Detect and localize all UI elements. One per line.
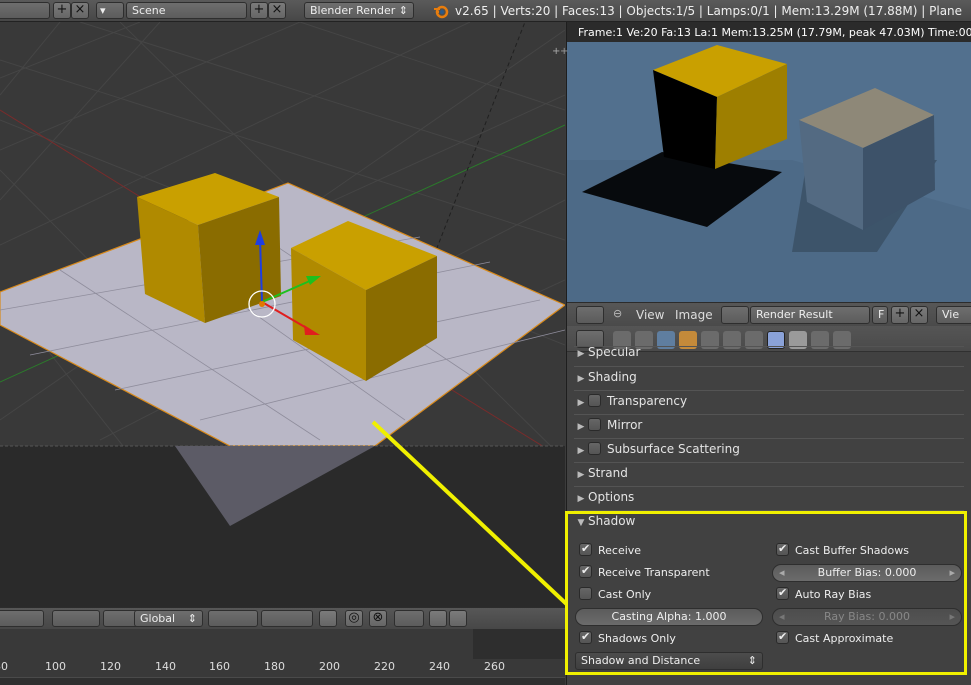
menu-view[interactable]: View: [636, 308, 664, 322]
shading-mode-select[interactable]: [0, 610, 44, 627]
panel-options[interactable]: ▶ Options: [574, 486, 964, 508]
render-info-text: Frame:1 Ve:20 Fa:13 La:1 Mem:13.25M (17.…: [578, 26, 971, 39]
3d-scene: [0, 22, 565, 607]
expand-icon: ▶: [577, 349, 585, 359]
panel-label: Mirror: [607, 418, 643, 432]
frame-tick: 140: [155, 660, 176, 673]
expand-icon: ▶: [577, 422, 585, 432]
scene-icon[interactable]: ▾: [96, 2, 124, 19]
proportional-edit-icon[interactable]: ◎: [345, 610, 363, 627]
editor-type-icon[interactable]: [576, 306, 604, 324]
render-opengl-icon[interactable]: [429, 610, 447, 627]
panel-label: Shading: [588, 370, 637, 384]
layer-buttons-left[interactable]: [208, 610, 258, 627]
orientation-select[interactable]: Global ⇕: [134, 610, 203, 627]
fake-user-button[interactable]: F: [872, 306, 888, 324]
shadow-highlight-box: [565, 511, 967, 675]
scene-statistics: v2.65 | Verts:20 | Faces:13 | Objects:1/…: [455, 4, 963, 18]
panel-strand[interactable]: ▶ Strand: [574, 462, 964, 484]
panel-label: Transparency: [607, 394, 688, 408]
collapse-menu-icon[interactable]: ⊖: [613, 307, 622, 320]
sss-checkbox[interactable]: [588, 442, 601, 455]
mirror-checkbox[interactable]: [588, 418, 601, 431]
slot-select[interactable]: Vie: [936, 306, 971, 324]
expand-icon: ▶: [577, 446, 585, 456]
frame-tick: 160: [209, 660, 230, 673]
panel-shading[interactable]: ▶ Shading: [574, 366, 964, 388]
render-animation-icon[interactable]: [449, 610, 467, 627]
timeline-out-range: [473, 629, 565, 659]
expand-icon: ▶: [577, 398, 585, 408]
frame-tick: 240: [429, 660, 450, 673]
frame-tick: 120: [100, 660, 121, 673]
remove-layout-button[interactable]: ×: [71, 2, 89, 19]
transform-manipulator-buttons[interactable]: [52, 610, 100, 627]
panel-subsurface-scattering[interactable]: ▶ Subsurface Scattering: [574, 438, 964, 460]
frame-tick: 200: [319, 660, 340, 673]
render-corner-icon[interactable]: +: [560, 46, 568, 57]
render-info-bar: Frame:1 Ve:20 Fa:13 La:1 Mem:13.25M (17.…: [567, 22, 971, 42]
panel-specular[interactable]: ▶ Specular: [574, 346, 964, 360]
falloff-icon[interactable]: ⊗: [369, 610, 387, 627]
timeline[interactable]: 80 100 120 140 160 180 200 220 240 260: [0, 629, 565, 685]
add-scene-button[interactable]: +: [250, 2, 268, 19]
panel-mirror[interactable]: ▶ Mirror: [574, 414, 964, 436]
panel-transparency[interactable]: ▶ Transparency: [574, 390, 964, 412]
remove-scene-button[interactable]: ×: [268, 2, 286, 19]
panel-label: Subsurface Scattering: [607, 442, 740, 456]
new-image-button[interactable]: +: [891, 306, 909, 324]
3d-view-header: Global ⇕ ◎ ⊗: [0, 607, 565, 629]
screen-layout-field[interactable]: [0, 2, 50, 19]
orientation-label: Global: [140, 612, 176, 625]
frame-tick: 80: [0, 660, 8, 673]
frame-tick: 260: [484, 660, 505, 673]
panel-label: Strand: [588, 466, 628, 480]
render-engine-label: Blender Render: [310, 4, 396, 17]
snap-select[interactable]: [394, 610, 424, 627]
layer-buttons-right[interactable]: [261, 610, 313, 627]
frame-tick: 220: [374, 660, 395, 673]
frame-tick: 100: [45, 660, 66, 673]
image-editor-header: ⊖ View Image Render Result F + × Vie: [567, 302, 971, 326]
menu-image[interactable]: Image: [675, 308, 713, 322]
scene-name-field[interactable]: Scene: [126, 2, 247, 19]
panel-label: Options: [588, 490, 635, 504]
expand-icon: ▶: [577, 374, 585, 384]
unlink-image-button[interactable]: ×: [910, 306, 928, 324]
render-image: [567, 45, 971, 302]
render-result-view[interactable]: [567, 42, 971, 302]
dropdown-arrows-icon: ⇕: [187, 612, 197, 625]
add-layout-button[interactable]: +: [53, 2, 71, 19]
transparency-checkbox[interactable]: [588, 394, 601, 407]
info-header: + × ▾ Scene + × Blender Render ⇕ v2.65 | …: [0, 0, 971, 22]
timeline-scrollbar[interactable]: [0, 677, 565, 685]
panel-label: Specular: [588, 346, 641, 359]
3d-viewport[interactable]: [0, 22, 565, 607]
frame-tick: 180: [264, 660, 285, 673]
image-name-field[interactable]: Render Result: [750, 306, 870, 324]
dropdown-arrows-icon: ⇕: [398, 4, 408, 17]
expand-icon: ▶: [577, 494, 585, 504]
image-browse-button[interactable]: [721, 306, 749, 324]
blender-logo-icon: [433, 3, 449, 19]
lock-layers-icon[interactable]: [319, 610, 337, 627]
expand-icon: ▶: [577, 470, 585, 480]
render-engine-select[interactable]: Blender Render ⇕: [304, 2, 414, 19]
